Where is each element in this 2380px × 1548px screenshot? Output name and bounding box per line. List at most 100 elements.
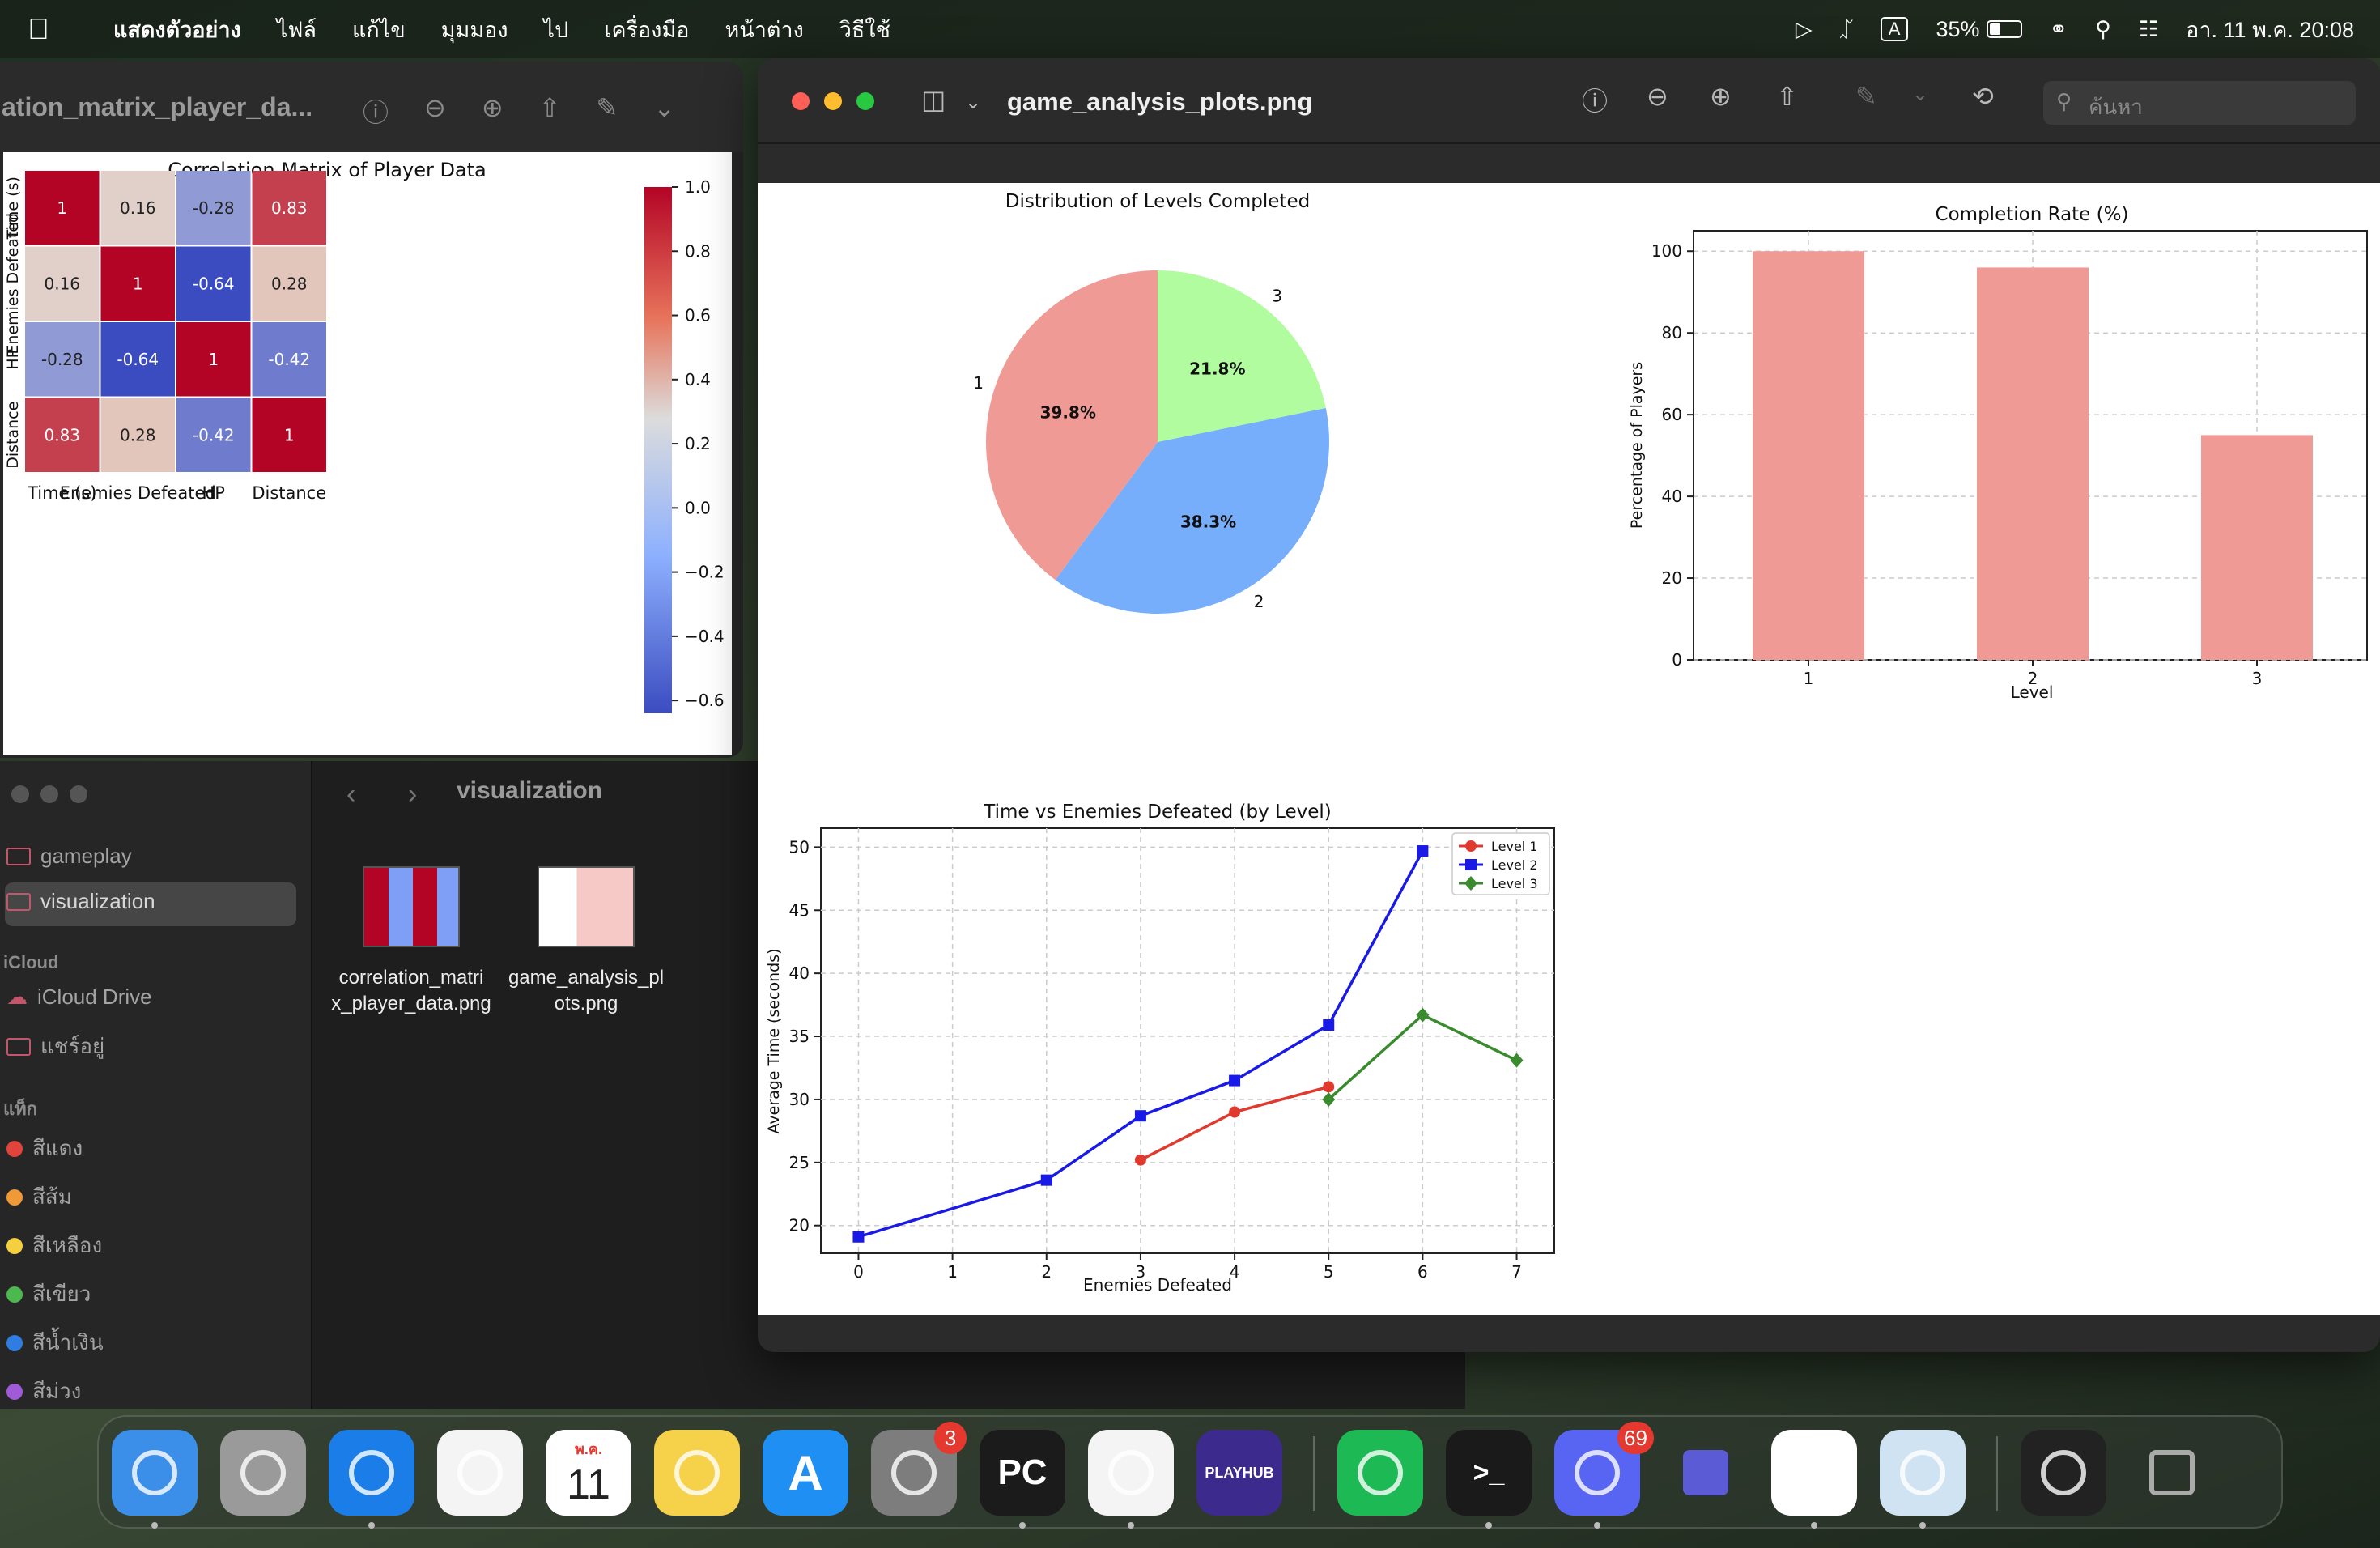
menu-file[interactable]: ไฟล์ [277,12,317,47]
finder-sidebar: gameplay visualization iCloud ☁ iCloud D… [0,761,312,1409]
search-field[interactable]: ⚲ ค้นหา [2043,81,2356,125]
menu-clock[interactable]: อา. 11 พ.ค. 20:08 [2186,12,2354,47]
sidebar-item-gameplay[interactable]: gameplay [6,844,132,869]
sidebar-toggle-icon[interactable]: ◫ [921,84,946,115]
sidebar-tag-label: สีน้ำเงิน [32,1330,104,1354]
heatmap-y-label: Distance [4,402,22,469]
bar [1753,251,1864,660]
dock-app-recent-window[interactable] [2021,1430,2106,1516]
apple-menu-icon[interactable]:  [28,12,71,46]
zoom-in-icon[interactable]: ⊕ [482,92,504,130]
chevron-down-icon[interactable]: ⌄ [1912,83,1928,106]
line-ytick-label: 25 [789,1153,810,1172]
menu-app-name[interactable]: แสดงตัวอย่าง [113,12,241,47]
close-button[interactable] [11,785,29,803]
game-analysis-preview-window: ◫ ⌄ game_analysis_plots.png ⓘ ⊖ ⊕ ⇧ ✎ ⌄ … [758,58,2380,1352]
dock-app-terminal[interactable]: >_ [1446,1430,1532,1516]
line-chart: Time vs Enemies Defeated (by Level) 0 1 2 3… [765,802,1555,1295]
play-icon[interactable]: ▷ [1796,17,1813,42]
dock-app-preview[interactable] [1880,1430,1966,1516]
sidebar-item-shared[interactable]: แชร์อยู่ [6,1030,104,1063]
control-center-icon[interactable]: ☷ [2139,17,2158,42]
zoom-out-icon[interactable]: ⊖ [424,92,446,130]
sidebar-tag-item[interactable]: สีเหลือง [6,1229,102,1262]
share-icon[interactable]: ⇧ [1776,81,1798,112]
folder-icon [6,847,31,865]
line-ytick-label: 30 [789,1090,810,1109]
bar-xtick-label: 1 [1804,669,1814,688]
sidebar-item-label: gameplay [40,844,132,868]
window-title: game_analysis_plots.png [1007,87,1313,116]
dock-app-chrome[interactable] [1771,1430,1857,1516]
correlation-heatmap: Correlation Matrix of Player Data 1 0.16-… [4,159,725,713]
pie-category-label: 3 [1272,286,1282,305]
input-source-icon[interactable]: A [1880,17,1909,41]
screen-mirroring-icon[interactable]: ⚭ [2050,17,2068,42]
sidebar-item-visualization[interactable]: visualization [6,889,155,914]
chevron-down-icon[interactable]: ⌄ [653,92,675,130]
dock-app-tetris[interactable] [1663,1430,1749,1516]
menu-window[interactable]: หน้าต่าง [725,12,803,47]
forward-icon[interactable]: › [408,779,417,810]
sidebar-tag-item[interactable]: สีเขียว [6,1278,91,1311]
battery-status[interactable]: 35% [1936,17,2022,42]
image-canvas: Correlation Matrix of Player Data 1 0.16-… [3,152,732,755]
dock-app-app-store[interactable]: A [763,1430,848,1516]
menu-go[interactable]: ไป [544,12,569,47]
line-ylabel: Average Time (seconds) [765,948,783,1133]
heatmap-x-label: Distance [252,483,326,503]
info-icon[interactable]: ⓘ [1582,81,1608,118]
info-icon[interactable]: ⓘ [363,92,389,130]
dock-app-pycharm[interactable]: PC [980,1430,1065,1516]
dock-app-reminders[interactable] [437,1430,523,1516]
dock-app-playhub[interactable]: PLAYHUB [1196,1430,1282,1516]
dock-app-spotify[interactable] [1337,1430,1423,1516]
menu-help[interactable]: วิธีใช้ [839,12,890,47]
bar [1977,267,2089,660]
minimize-button[interactable] [40,785,58,803]
heatmap-cell-label: 0.28 [271,274,308,293]
zoom-in-icon[interactable]: ⊕ [1710,81,1732,112]
menu-tools[interactable]: เครื่องมือ [604,12,689,47]
sidebar-tag-item[interactable]: สีม่วง [6,1375,81,1408]
zoom-button[interactable] [856,92,874,110]
zoom-out-icon[interactable]: ⊖ [1647,81,1668,112]
dock-app-trash[interactable] [2129,1430,2215,1516]
close-button[interactable] [792,92,810,110]
menu-bar:  แสดงตัวอย่าง ไฟล์ แก้ไข มุมมอง ไป เครื… [0,0,2380,58]
chevron-down-icon[interactable]: ⌄ [965,91,981,114]
menu-view[interactable]: มุมมอง [441,12,508,47]
pie-title: Distribution of Levels Completed [1005,191,1310,212]
line-point [1229,1106,1241,1118]
markup-icon[interactable]: ✎ [596,92,618,130]
dock-app-finder[interactable] [112,1430,198,1516]
dock-app-safari[interactable] [329,1430,414,1516]
battery-icon [1986,20,2022,38]
file-game-analysis[interactable]: game_analysis_pl ots.png [505,866,667,1017]
bluetooth-icon[interactable]: ᛢ [1840,17,1853,42]
line-xtick-label: 1 [947,1262,958,1282]
menu-edit[interactable]: แก้ไข [352,12,406,47]
sidebar-tag-label: สีส้ม [32,1184,72,1209]
rotate-icon[interactable]: ⟲ [1972,81,1994,112]
sidebar-tag-label: สีแดง [32,1136,83,1160]
dock-app-launchpad[interactable] [220,1430,306,1516]
zoom-button[interactable] [70,785,87,803]
vscode-icon [1108,1450,1154,1495]
bar-ytick-label: 100 [1651,241,1682,261]
dock-app-calendar[interactable]: พ.ค. 11 [546,1430,631,1516]
dock-app-notes[interactable] [654,1430,740,1516]
launchpad-icon [240,1450,286,1495]
minimize-button[interactable] [824,92,842,110]
markup-icon[interactable]: ✎ [1855,81,1877,112]
sidebar-tag-item[interactable]: สีส้ม [6,1180,72,1214]
dock-app-vscode[interactable] [1088,1430,1174,1516]
sidebar-item-icloud-drive[interactable]: ☁ iCloud Drive [6,985,152,1010]
sidebar-tag-item[interactable]: สีแดง [6,1132,83,1165]
back-icon[interactable]: ‹ [346,779,355,810]
heatmap-cell-label: 1 [133,274,143,293]
share-icon[interactable]: ⇧ [539,92,561,130]
sidebar-tag-item[interactable]: สีน้ำเงิน [6,1326,104,1359]
file-correlation-matrix[interactable]: correlation_matri x_player_data.png [330,866,492,1017]
spotlight-search-icon[interactable]: ⚲ [2095,17,2111,42]
